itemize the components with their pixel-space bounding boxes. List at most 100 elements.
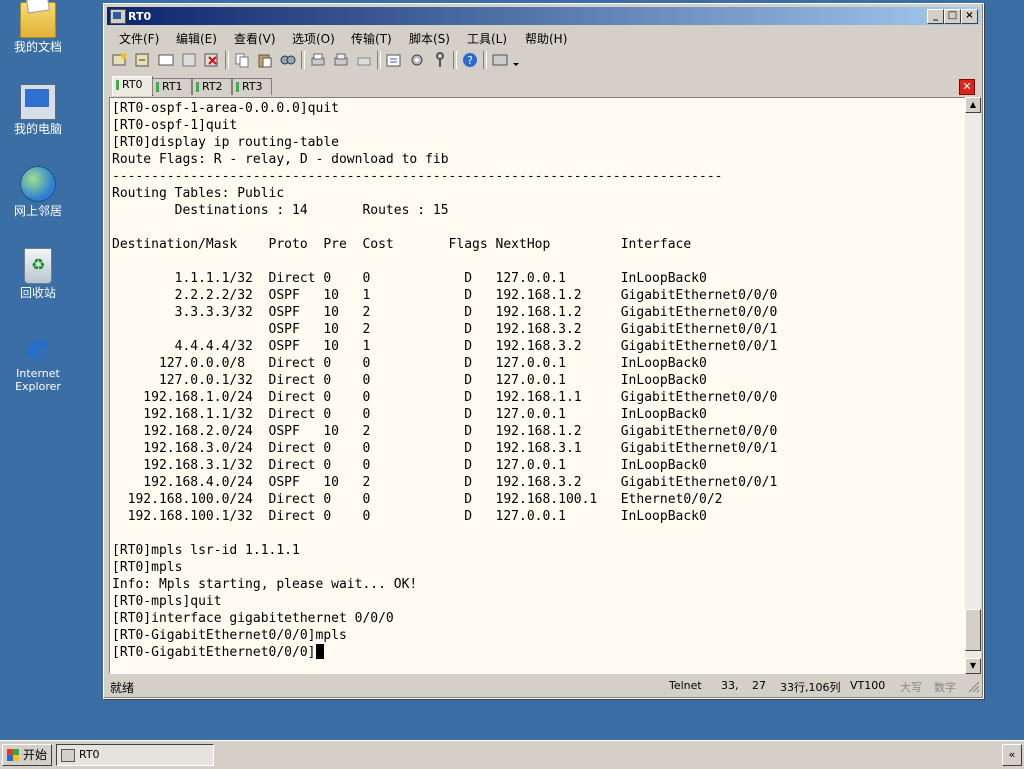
start-label: 开始 xyxy=(23,748,48,762)
menu-options[interactable]: 选项(O) xyxy=(292,30,335,47)
my-documents-icon xyxy=(20,2,56,38)
terminal-line: 192.168.2.0/24 OSPF 10 2 D 192.168.1.2 G… xyxy=(112,424,778,439)
taskbar: 开始 RT0 « xyxy=(0,740,1024,769)
connect-icon[interactable] xyxy=(111,51,129,69)
status-text: 就绪 xyxy=(110,681,135,695)
vertical-scrollbar[interactable]: ▲ ▼ xyxy=(965,97,981,674)
desktop-icon-network-places[interactable]: 网上邻居 xyxy=(6,166,70,218)
status-col: 27 xyxy=(752,679,766,692)
terminal-line: 127.0.0.1/32 Direct 0 0 D 127.0.0.1 InLo… xyxy=(112,373,707,388)
maximize-button[interactable]: □ xyxy=(944,9,961,24)
menu-file[interactable]: 文件(F) xyxy=(119,30,159,47)
menu-view[interactable]: 查看(V) xyxy=(234,30,276,47)
terminal-line: [RT0]mpls lsr-id 1.1.1.1 xyxy=(112,543,300,558)
terminal-line: 192.168.100.0/24 Direct 0 0 D 192.168.10… xyxy=(112,492,723,507)
close-button[interactable]: × xyxy=(961,9,978,24)
terminal-output[interactable]: [RT0-ospf-1-area-0.0.0.0]quit [RT0-ospf-… xyxy=(109,97,968,674)
menu-edit[interactable]: 编辑(E) xyxy=(176,30,217,47)
scrollbar-thumb[interactable] xyxy=(965,609,981,651)
toolbar-overflow-icon[interactable] xyxy=(511,51,521,69)
terminal-line: 192.168.3.0/24 Direct 0 0 D 192.168.3.1 … xyxy=(112,441,778,456)
window-titlebar[interactable]: RT0 _ □ × xyxy=(107,7,980,25)
menu-transfer[interactable]: 传输(T) xyxy=(351,30,392,47)
terminal-line: [RT0]interface gigabitethernet 0/0/0 xyxy=(112,611,394,626)
desktop-icon-label: 我的电脑 xyxy=(13,122,62,136)
resize-grip-icon[interactable] xyxy=(968,681,980,693)
terminal-line: 192.168.1.1/32 Direct 0 0 D 127.0.0.1 In… xyxy=(112,407,707,422)
status-row: 33, xyxy=(721,679,739,692)
terminal-line: Routing Tables: Public xyxy=(112,186,285,201)
toolbar-separator xyxy=(483,51,487,69)
desktop-icon-internet-explorer[interactable]: e Internet Explorer xyxy=(6,330,70,393)
session-options-icon[interactable] xyxy=(385,51,403,69)
terminal-line: 192.168.4.0/24 OSPF 10 2 D 192.168.3.2 G… xyxy=(112,475,778,490)
desktop-icon-label: 网上邻居 xyxy=(13,204,62,218)
menu-help[interactable]: 帮助(H) xyxy=(525,30,567,47)
terminal-window: RT0 _ □ × 文件(F) 编辑(E) 查看(V) 选项(O) 传输(T) … xyxy=(103,3,984,699)
paste-icon[interactable] xyxy=(256,51,274,69)
taskbar-item-rt0[interactable]: RT0 xyxy=(56,744,214,766)
print-screen-icon[interactable] xyxy=(355,51,373,69)
reconnect-icon[interactable] xyxy=(180,51,198,69)
global-options-icon[interactable] xyxy=(408,51,426,69)
toolbar: ? xyxy=(109,49,523,73)
toolbar-separator xyxy=(225,51,229,69)
terminal-line: [RT0]mpls xyxy=(112,560,183,575)
menu-script[interactable]: 脚本(S) xyxy=(409,30,450,47)
terminal-line: [RT0-mpls]quit xyxy=(112,594,222,609)
terminal-line: 192.168.100.1/32 Direct 0 0 D 127.0.0.1 … xyxy=(112,509,707,524)
menu-bar: 文件(F) 编辑(E) 查看(V) 选项(O) 传输(T) 脚本(S) 工具(L… xyxy=(107,27,980,46)
desktop-icon-my-computer[interactable]: 我的电脑 xyxy=(6,84,70,136)
terminal-line: 3.3.3.3/32 OSPF 10 2 D 192.168.1.2 Gigab… xyxy=(112,305,778,320)
toolbar-separator xyxy=(377,51,381,69)
tab-rt2[interactable]: RT2 xyxy=(192,78,232,95)
terminal-line: [RT0-ospf-1-area-0.0.0.0]quit xyxy=(112,101,339,116)
tab-rt0[interactable]: RT0 xyxy=(112,76,153,96)
status-caps: 大写 xyxy=(900,681,922,694)
text-cursor xyxy=(315,644,324,659)
menu-tools[interactable]: 工具(L) xyxy=(467,30,507,47)
terminal-line: ----------------------------------------… xyxy=(112,169,723,184)
quick-connect-icon[interactable] xyxy=(134,51,152,69)
disconnect-icon[interactable] xyxy=(203,51,221,69)
desktop-icon-recycle-bin[interactable]: 回收站 xyxy=(6,248,70,300)
windows-flag-icon xyxy=(7,749,19,761)
terminal-line: 4.4.4.4/32 OSPF 10 1 D 192.168.3.2 Gigab… xyxy=(112,339,778,354)
status-emulation: VT100 xyxy=(850,679,886,692)
app-icon xyxy=(61,749,75,762)
start-button[interactable]: 开始 xyxy=(2,744,52,766)
tab-rt1[interactable]: RT1 xyxy=(152,78,192,95)
keymap-icon[interactable] xyxy=(491,51,509,69)
taskbar-item-label: RT0 xyxy=(79,748,100,761)
terminal-line: 192.168.1.0/24 Direct 0 0 D 192.168.1.1 … xyxy=(112,390,778,405)
app-icon xyxy=(110,9,126,24)
terminal-line: Destinations : 14 Routes : 15 xyxy=(112,203,449,218)
copy-icon[interactable] xyxy=(233,51,251,69)
help-icon[interactable]: ? xyxy=(461,51,479,69)
terminal-line: OSPF 10 2 D 192.168.3.2 GigabitEthernet0… xyxy=(112,322,778,337)
terminal-line: 2.2.2.2/32 OSPF 10 1 D 192.168.1.2 Gigab… xyxy=(112,288,778,303)
desktop-icon-label: 回收站 xyxy=(19,286,56,300)
scroll-down-icon[interactable]: ▼ xyxy=(965,658,981,674)
connect-tab-icon[interactable] xyxy=(157,51,175,69)
network-places-icon xyxy=(20,166,56,202)
svg-text:?: ? xyxy=(467,54,473,67)
internet-explorer-icon: e xyxy=(27,327,49,367)
minimize-button[interactable]: _ xyxy=(927,9,944,24)
tray-expand-icon[interactable]: « xyxy=(1002,744,1022,766)
terminal-line: 192.168.3.1/32 Direct 0 0 D 127.0.0.1 In… xyxy=(112,458,707,473)
desktop-icon-my-documents[interactable]: 我的文档 xyxy=(6,2,70,54)
close-tab-icon[interactable]: ✕ xyxy=(959,79,975,95)
terminal-line: 1.1.1.1/32 Direct 0 0 D 127.0.0.1 InLoop… xyxy=(112,271,707,286)
toolbar-separator xyxy=(301,51,305,69)
key-icon[interactable] xyxy=(431,51,449,69)
print-icon[interactable] xyxy=(309,51,327,69)
find-icon[interactable] xyxy=(279,51,297,69)
session-tab-bar: RT0 RT1 RT2 RT3 ✕ xyxy=(109,76,978,96)
terminal-line: [RT0-GigabitEthernet0/0/0]mpls xyxy=(112,628,347,643)
print-selection-icon[interactable] xyxy=(332,51,350,69)
tab-rt3[interactable]: RT3 xyxy=(232,78,272,95)
scroll-up-icon[interactable]: ▲ xyxy=(965,97,981,113)
status-protocol: Telnet xyxy=(669,679,702,692)
terminal-line: [RT0]display ip routing-table xyxy=(112,135,339,150)
